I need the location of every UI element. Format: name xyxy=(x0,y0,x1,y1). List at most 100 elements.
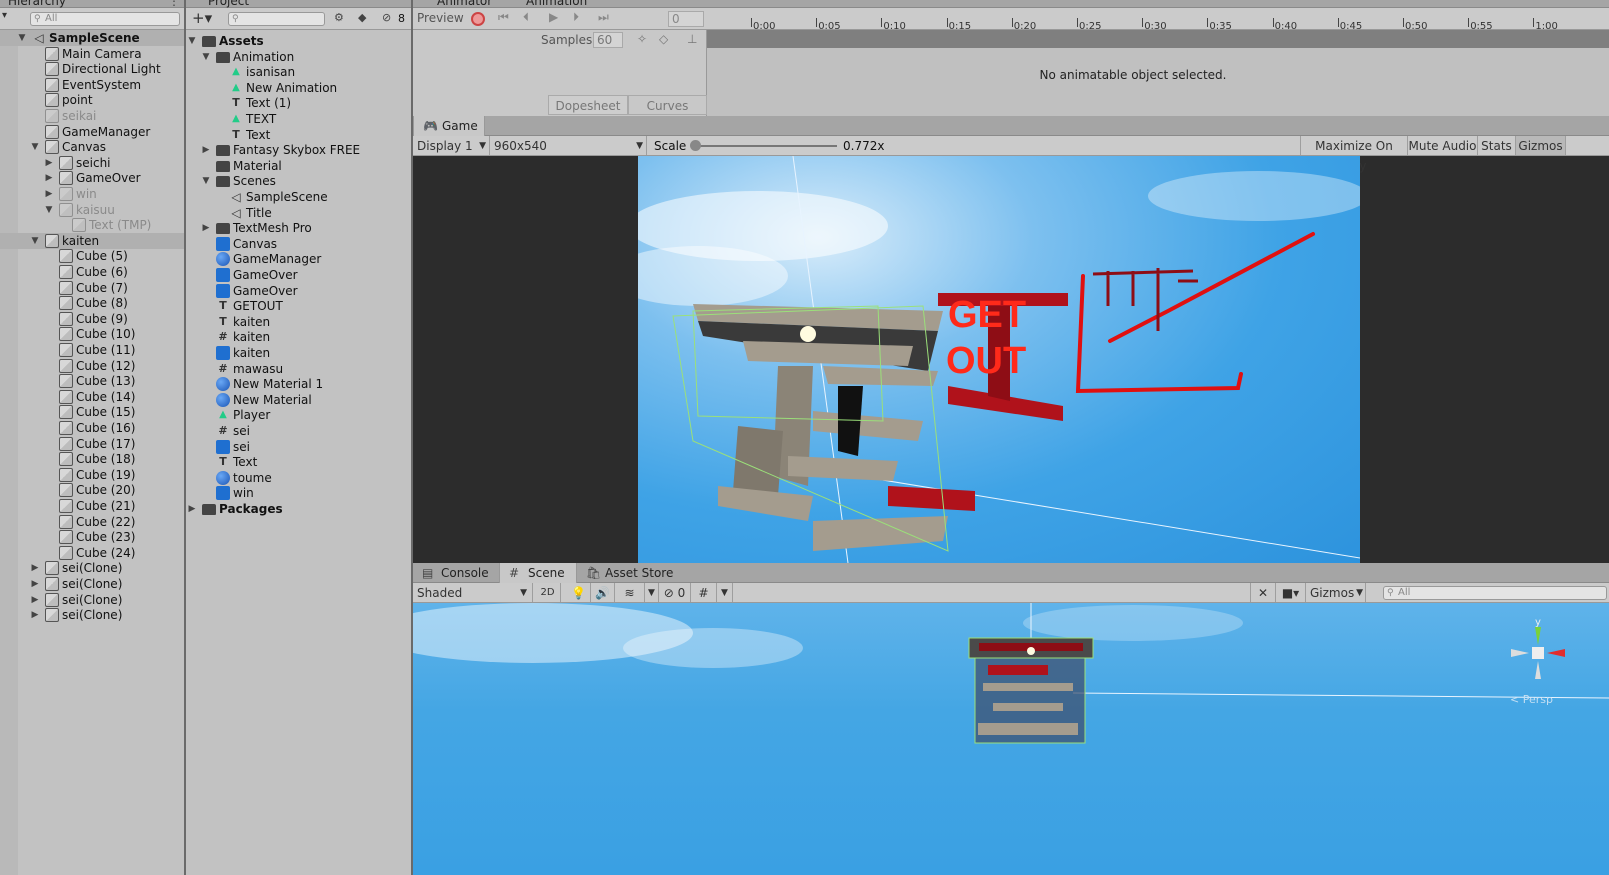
hierarchy-row[interactable]: Directional Light xyxy=(0,61,184,77)
scene-gizmos-button[interactable]: Gizmos ▼ xyxy=(1306,583,1366,602)
expand-right-icon[interactable]: ▶ xyxy=(43,186,55,202)
first-keyframe-icon[interactable]: ⏮ xyxy=(498,10,509,25)
hierarchy-row[interactable]: Cube (11) xyxy=(0,342,184,358)
hierarchy-row[interactable]: GameManager xyxy=(0,124,184,140)
persp-label[interactable]: < Persp xyxy=(1510,693,1553,706)
project-tab-title[interactable]: Project xyxy=(208,0,249,8)
hierarchy-row[interactable]: ▼ Canvas xyxy=(0,139,184,155)
project-row[interactable]: win xyxy=(186,485,411,501)
lighting-toggle-icon[interactable]: 💡 xyxy=(567,583,591,602)
hierarchy-row[interactable]: Cube (9) xyxy=(0,311,184,327)
hierarchy-row[interactable]: Cube (13) xyxy=(0,373,184,389)
expand-right-icon[interactable]: ▶ xyxy=(200,220,212,236)
hierarchy-row[interactable]: ▶ sei(Clone) xyxy=(0,576,184,592)
add-asset-icon[interactable]: +▾ xyxy=(192,9,212,27)
project-row[interactable]: ▲ isanisan xyxy=(186,64,411,80)
hidden-objects-toggle[interactable]: ⊘ 0 xyxy=(659,583,691,602)
project-row[interactable]: ▼ Scenes xyxy=(186,173,411,189)
project-row[interactable]: Tkaiten xyxy=(186,314,411,330)
tab-console[interactable]: ▤ Console xyxy=(413,563,499,583)
project-row[interactable]: T Text xyxy=(186,454,411,470)
project-row[interactable]: # kaiten xyxy=(186,329,411,345)
project-row[interactable]: New Material 1 xyxy=(186,376,411,392)
project-search-input[interactable]: ⚲ xyxy=(228,12,325,26)
hierarchy-row[interactable]: Cube (20) xyxy=(0,482,184,498)
project-row[interactable]: GameManager xyxy=(186,251,411,267)
project-row[interactable]: T Text xyxy=(186,127,411,143)
hierarchy-row[interactable]: Cube (5) xyxy=(0,248,184,264)
hierarchy-row[interactable]: Cube (17) xyxy=(0,436,184,452)
game-viewport[interactable]: GET OUT xyxy=(638,156,1360,563)
frame-field[interactable]: 0 xyxy=(668,11,704,27)
scale-slider-track[interactable] xyxy=(695,145,837,147)
project-row[interactable]: GameOver xyxy=(186,283,411,299)
scale-slider-thumb[interactable] xyxy=(690,140,701,151)
expand-down-icon[interactable]: ▼ xyxy=(200,173,212,189)
expand-right-icon[interactable]: ▶ xyxy=(200,142,212,158)
project-row[interactable]: toume xyxy=(186,470,411,486)
project-row[interactable]: ◁ Title xyxy=(186,205,411,221)
project-row[interactable]: Canvas xyxy=(186,236,411,252)
hierarchy-row[interactable]: Cube (16) xyxy=(0,420,184,436)
hierarchy-row[interactable]: Cube (24) xyxy=(0,545,184,561)
audio-toggle-icon[interactable]: 🔊 xyxy=(591,583,615,602)
project-row[interactable]: sei xyxy=(186,439,411,455)
preview-button[interactable]: Preview xyxy=(417,11,464,25)
tab-game[interactable]: 🎮 Game xyxy=(413,116,485,136)
add-event-icon[interactable]: ◇ xyxy=(659,32,668,46)
hierarchy-row[interactable]: Cube (6) xyxy=(0,264,184,280)
timeline-ruler[interactable]: 0:00 0:05 0:10 0:15 0:20 0:25 0:30 0:35 0:40 0:45… xyxy=(707,8,1609,32)
hidden-packages-icon[interactable]: ⊘ xyxy=(382,11,391,24)
tab-scene[interactable]: # Scene xyxy=(499,563,577,583)
filter-type-icon[interactable]: ⚙ xyxy=(334,11,344,24)
hierarchy-row[interactable]: ▼ kaisuu xyxy=(0,202,184,218)
expand-right-icon[interactable]: ▶ xyxy=(29,576,41,592)
next-keyframe-icon[interactable]: ⏵ xyxy=(573,10,579,25)
mute-audio-button[interactable]: Mute Audio xyxy=(1408,136,1478,155)
expand-right-icon[interactable]: ▶ xyxy=(29,607,41,623)
project-row[interactable]: ◁ SampleScene xyxy=(186,189,411,205)
hierarchy-row[interactable]: ▶ seichi xyxy=(0,155,184,171)
hierarchy-row[interactable]: seikai xyxy=(0,108,184,124)
grid-toggle-icon[interactable]: # xyxy=(691,583,717,602)
project-row[interactable]: New Material xyxy=(186,392,411,408)
tab-curves[interactable]: Curves xyxy=(628,95,707,115)
maximize-on-play-button[interactable]: Maximize On Play xyxy=(1300,136,1408,173)
shading-dropdown[interactable]: Shaded ▼ xyxy=(413,583,533,602)
add-keyframe-icon[interactable]: ✧ xyxy=(637,32,647,46)
project-row[interactable]: # sei xyxy=(186,423,411,439)
hierarchy-row[interactable]: Text (TMP) xyxy=(0,217,184,233)
expand-right-icon[interactable]: ▶ xyxy=(29,560,41,576)
hierarchy-row[interactable]: ▼ ◁ SampleScene xyxy=(0,30,184,46)
resolution-dropdown[interactable]: 960x540 ▼ xyxy=(490,136,647,155)
hierarchy-row[interactable]: ▶ sei(Clone) xyxy=(0,607,184,623)
project-row[interactable]: ▶ TextMesh Pro xyxy=(186,220,411,236)
display-dropdown[interactable]: Display 1 ▼ xyxy=(413,136,490,155)
effects-toggle-icon[interactable]: ≋ xyxy=(615,583,645,602)
expand-down-icon[interactable]: ▼ xyxy=(186,33,198,49)
hierarchy-row[interactable]: Main Camera xyxy=(0,46,184,62)
gizmos-button[interactable]: Gizmos xyxy=(1516,136,1566,155)
hierarchy-row[interactable]: Cube (15) xyxy=(0,404,184,420)
project-row[interactable]: GameOver xyxy=(186,267,411,283)
hierarchy-row[interactable]: Cube (21) xyxy=(0,498,184,514)
hierarchy-row[interactable]: Cube (18) xyxy=(0,451,184,467)
expand-right-icon[interactable]: ▶ xyxy=(186,501,198,517)
project-row[interactable]: T Text (1) xyxy=(186,95,411,111)
project-row[interactable]: ▲ Player xyxy=(186,407,411,423)
hierarchy-row[interactable]: ▶ GameOver xyxy=(0,170,184,186)
project-row[interactable]: ▼ Animation xyxy=(186,49,411,65)
samples-field[interactable]: 60 xyxy=(593,32,623,48)
last-keyframe-icon[interactable]: ⏭ xyxy=(598,10,609,25)
scene-viewport[interactable]: y < Persp xyxy=(413,603,1609,875)
record-button-icon[interactable] xyxy=(471,12,485,26)
hierarchy-row[interactable]: Cube (19) xyxy=(0,467,184,483)
filter-label-icon[interactable]: ◆ xyxy=(358,11,366,24)
hierarchy-row[interactable]: ▼ kaiten xyxy=(0,232,184,249)
expand-down-icon[interactable]: ▼ xyxy=(29,233,41,249)
tab-animation[interactable]: Animation xyxy=(526,0,587,8)
scene-orientation-gizmo[interactable]: y xyxy=(1507,617,1569,683)
hierarchy-row[interactable]: ▶ sei(Clone) xyxy=(0,560,184,576)
timeline-area[interactable]: 0:00 0:05 0:10 0:15 0:20 0:25 0:30 0:35 0:40 0:45… xyxy=(707,8,1609,116)
hierarchy-row[interactable]: Cube (8) xyxy=(0,295,184,311)
